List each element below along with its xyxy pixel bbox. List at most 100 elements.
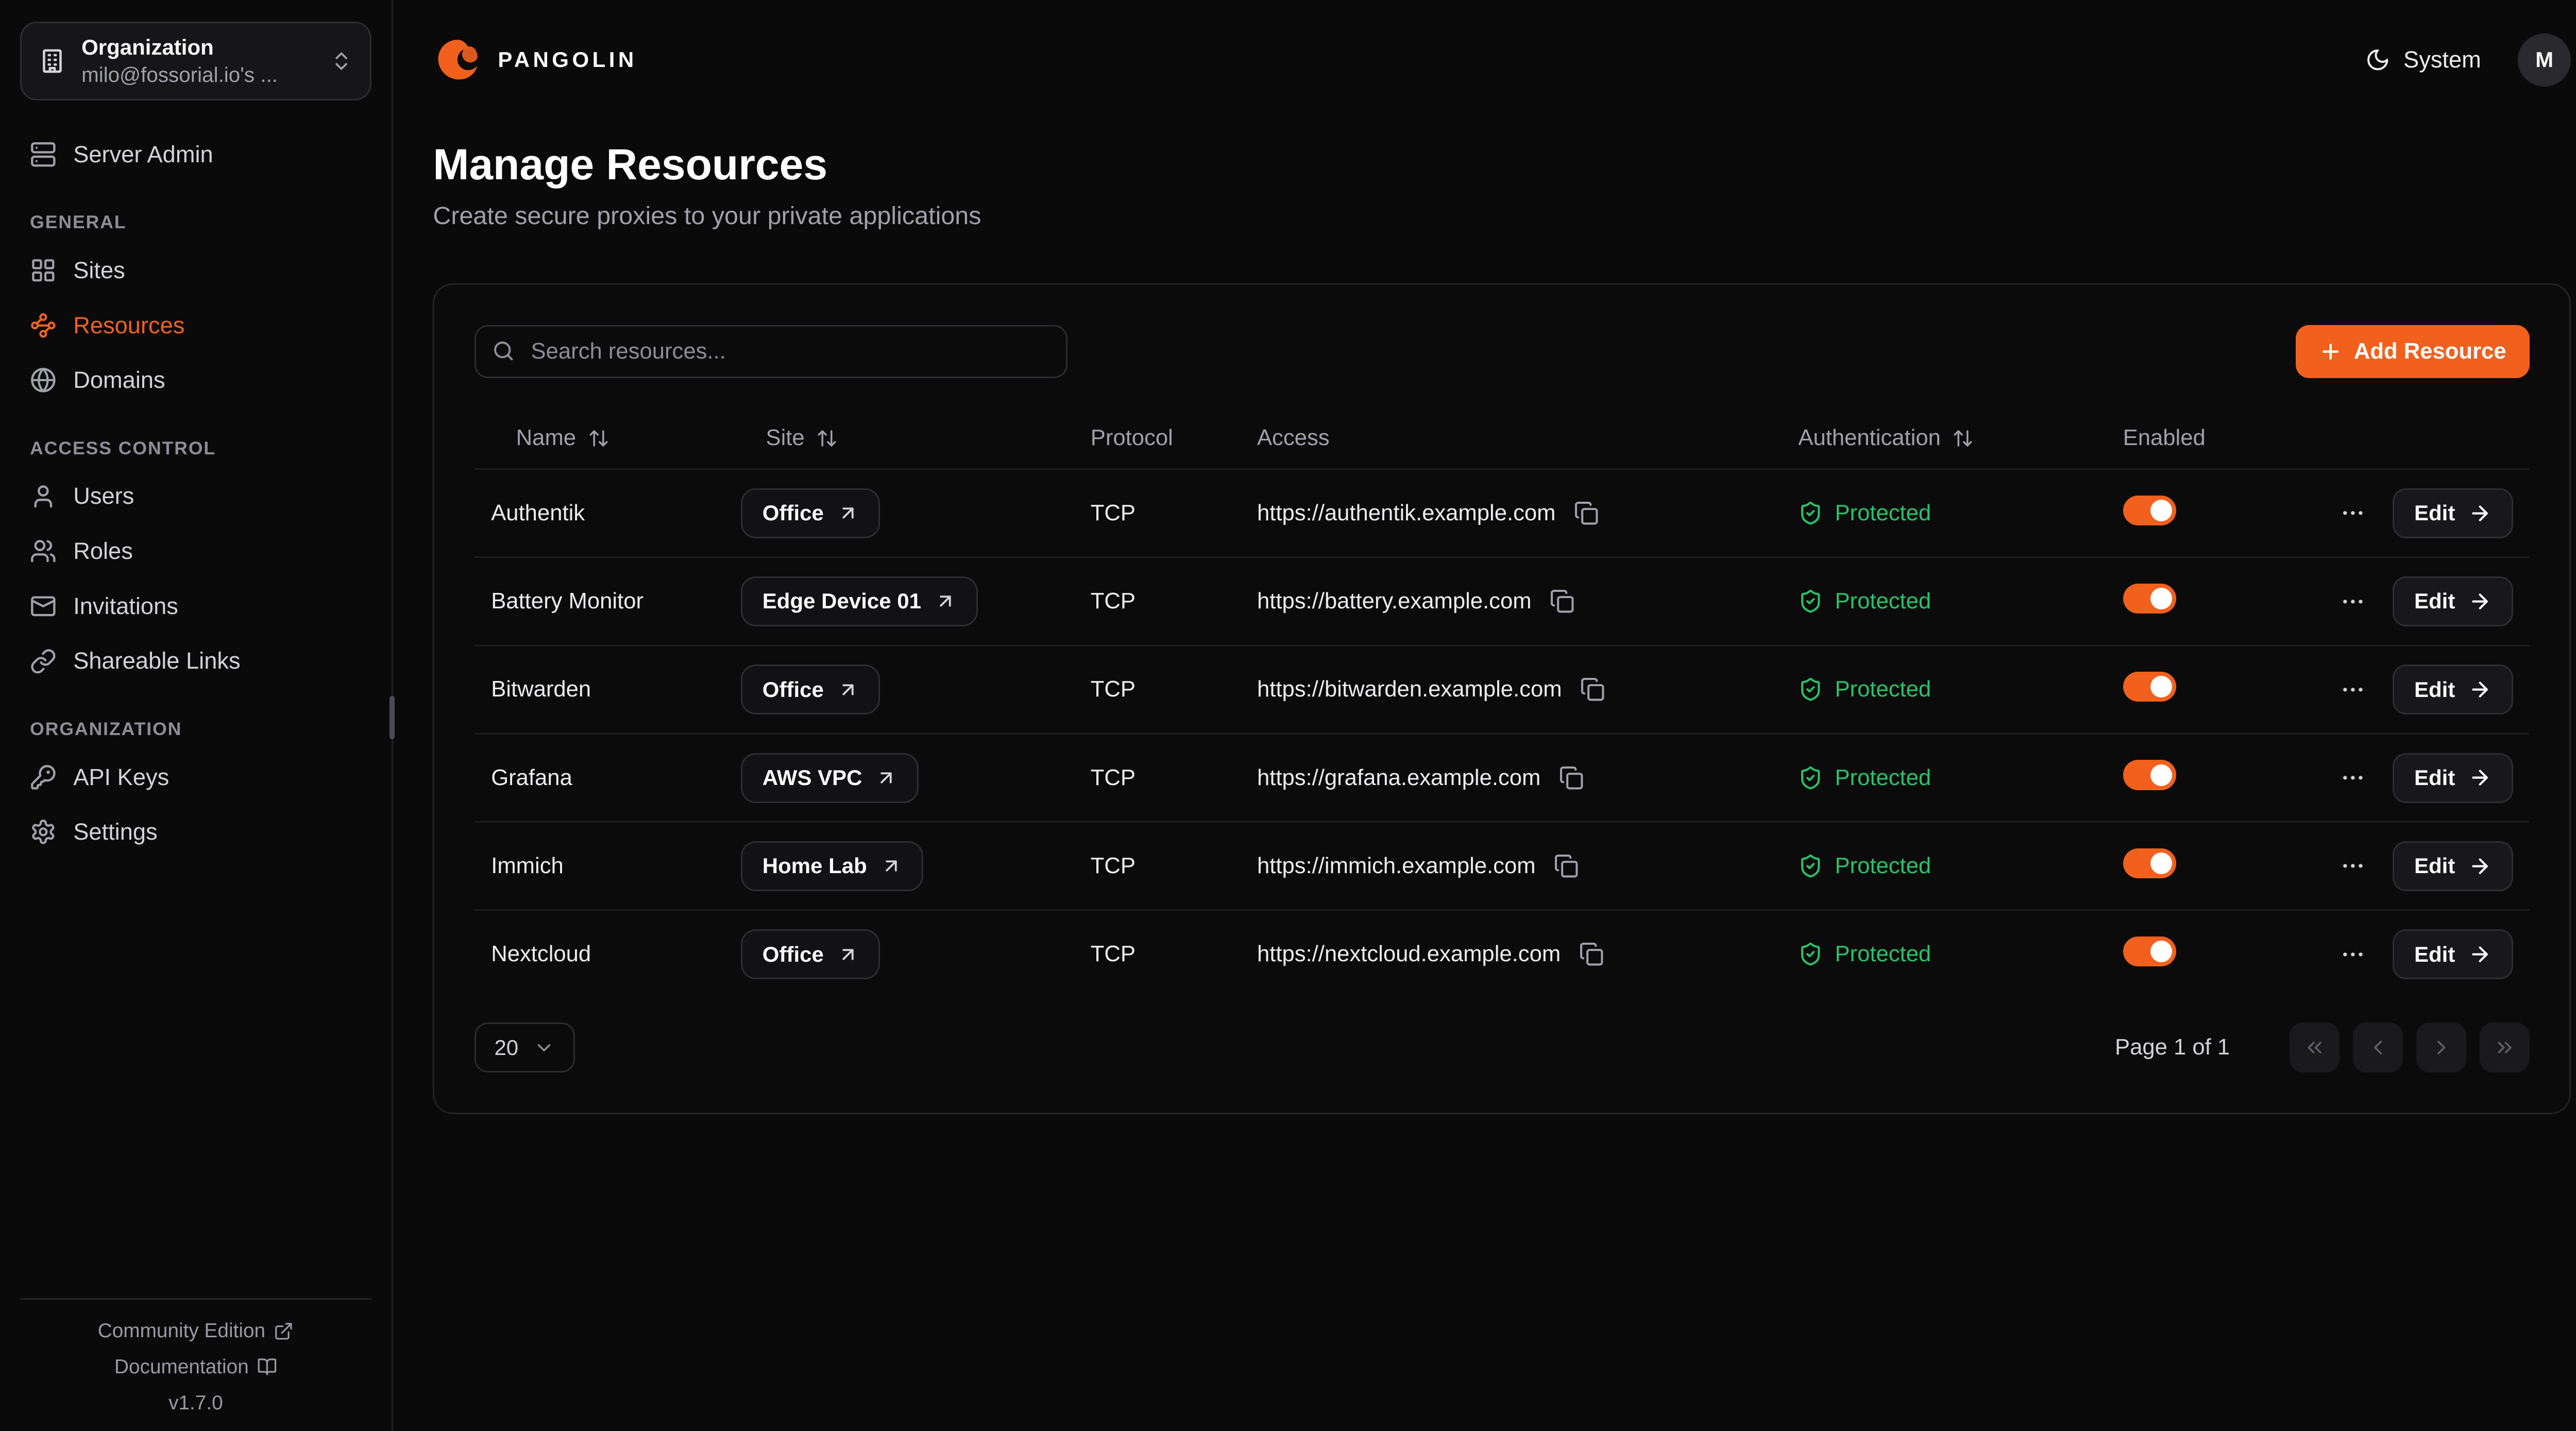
sort-icon bbox=[588, 428, 609, 449]
column-header-name[interactable]: Name bbox=[491, 425, 741, 451]
sidebar-item-resources[interactable]: Resources bbox=[20, 298, 371, 353]
last-page-button[interactable] bbox=[2480, 1023, 2530, 1072]
site-name: Office bbox=[762, 942, 824, 967]
edit-button[interactable]: Edit bbox=[2393, 576, 2513, 626]
column-header-site[interactable]: Site bbox=[741, 425, 1091, 451]
sidebar-item-invitations[interactable]: Invitations bbox=[20, 578, 371, 634]
enabled-toggle[interactable] bbox=[2123, 760, 2176, 790]
site-link-button[interactable]: AWS VPC bbox=[741, 753, 919, 803]
theme-toggle-button[interactable]: System bbox=[2365, 46, 2481, 73]
grid-icon bbox=[30, 257, 57, 284]
copy-url-button[interactable] bbox=[1554, 854, 1579, 878]
org-selector[interactable]: Organization milo@fossorial.io's ... bbox=[20, 22, 371, 100]
shield-check-icon bbox=[1798, 942, 1823, 966]
access-url: https://immich.example.com bbox=[1257, 854, 1536, 879]
row-menu-button[interactable] bbox=[2340, 941, 2366, 968]
shield-check-icon bbox=[1798, 501, 1823, 525]
page-size-select[interactable]: 20 bbox=[474, 1023, 575, 1072]
topbar-right: System M bbox=[2365, 33, 2571, 87]
row-menu-button[interactable] bbox=[2340, 764, 2366, 791]
enabled-toggle[interactable] bbox=[2123, 496, 2176, 525]
column-header-enabled: Enabled bbox=[2123, 425, 2340, 451]
row-menu-button[interactable] bbox=[2340, 853, 2366, 879]
enabled-toggle[interactable] bbox=[2123, 936, 2176, 966]
mail-icon bbox=[30, 593, 57, 620]
shield-check-icon bbox=[1798, 765, 1823, 790]
book-icon bbox=[257, 1357, 277, 1377]
sidebar-item-settings[interactable]: Settings bbox=[20, 805, 371, 860]
previous-page-button[interactable] bbox=[2353, 1023, 2403, 1072]
column-label: Name bbox=[516, 425, 576, 451]
sidebar-item-server-admin[interactable]: Server Admin bbox=[20, 127, 371, 182]
resource-name: Authentik bbox=[491, 501, 741, 526]
enabled-toggle[interactable] bbox=[2123, 584, 2176, 614]
row-menu-button[interactable] bbox=[2340, 676, 2366, 703]
row-menu-button[interactable] bbox=[2340, 588, 2366, 615]
server-icon bbox=[30, 141, 57, 168]
site-link-button[interactable]: Edge Device 01 bbox=[741, 576, 978, 626]
panel-footer: 20 Page 1 of 1 bbox=[474, 1023, 2530, 1072]
enabled-toggle[interactable] bbox=[2123, 672, 2176, 702]
site-link-button[interactable]: Office bbox=[741, 488, 880, 538]
edit-button[interactable]: Edit bbox=[2393, 753, 2513, 803]
copy-url-button[interactable] bbox=[1550, 589, 1574, 614]
first-page-button[interactable] bbox=[2290, 1023, 2340, 1072]
page-subtitle: Create secure proxies to your private ap… bbox=[433, 201, 2571, 230]
edit-button[interactable]: Edit bbox=[2393, 665, 2513, 714]
section-label-access-control: ACCESS CONTROL bbox=[30, 438, 361, 459]
table-body: Authentik Office TCP https://authentik.e… bbox=[474, 468, 2530, 998]
arrow-up-right-icon bbox=[837, 679, 859, 701]
protocol: TCP bbox=[1091, 942, 1257, 967]
edit-button[interactable]: Edit bbox=[2393, 841, 2513, 891]
edit-label: Edit bbox=[2414, 501, 2455, 525]
search-input[interactable] bbox=[474, 325, 1067, 378]
community-edition-link[interactable]: Community Edition bbox=[98, 1320, 294, 1342]
sidebar-item-users[interactable]: Users bbox=[20, 469, 371, 524]
site-name: AWS VPC bbox=[762, 765, 862, 790]
sidebar-item-shareable-links[interactable]: Shareable Links bbox=[20, 634, 371, 689]
access-url: https://nextcloud.example.com bbox=[1257, 942, 1561, 967]
column-header-authentication[interactable]: Authentication bbox=[1798, 425, 2123, 451]
edit-button[interactable]: Edit bbox=[2393, 488, 2513, 538]
app-root: Organization milo@fossorial.io's ... Ser… bbox=[0, 0, 2576, 1431]
auth-status: Protected bbox=[1835, 589, 1931, 614]
next-page-button[interactable] bbox=[2416, 1023, 2466, 1072]
protocol: TCP bbox=[1091, 765, 1257, 791]
site-name: Home Lab bbox=[762, 854, 867, 878]
documentation-link[interactable]: Documentation bbox=[114, 1356, 277, 1378]
ellipsis-icon bbox=[2340, 676, 2366, 703]
sidebar-item-sites[interactable]: Sites bbox=[20, 243, 371, 298]
site-link-button[interactable]: Home Lab bbox=[741, 841, 923, 891]
sidebar-resize-handle[interactable] bbox=[389, 696, 395, 739]
copy-url-button[interactable] bbox=[1559, 765, 1584, 790]
copy-url-button[interactable] bbox=[1580, 677, 1605, 702]
protocol: TCP bbox=[1091, 501, 1257, 526]
copy-url-button[interactable] bbox=[1579, 942, 1604, 966]
main-content: PANGOLIN System M Manage Resources Creat… bbox=[393, 0, 2576, 1431]
sidebar-item-api-keys[interactable]: API Keys bbox=[20, 749, 371, 805]
site-link-button[interactable]: Office bbox=[741, 665, 880, 714]
add-resource-button[interactable]: Add Resource bbox=[2296, 325, 2530, 378]
access-url: https://grafana.example.com bbox=[1257, 765, 1540, 791]
copy-url-button[interactable] bbox=[1574, 501, 1599, 525]
chevron-down-icon bbox=[533, 1037, 555, 1059]
table-row: Bitwarden Office TCP https://bitwarden.e… bbox=[474, 645, 2530, 733]
edit-label: Edit bbox=[2414, 589, 2455, 614]
brand: PANGOLIN bbox=[433, 35, 637, 85]
sidebar-item-roles[interactable]: Roles bbox=[20, 524, 371, 579]
resource-name: Battery Monitor bbox=[491, 589, 741, 614]
shield-check-icon bbox=[1798, 589, 1823, 614]
row-menu-button[interactable] bbox=[2340, 500, 2366, 526]
chevrons-left-icon bbox=[2303, 1036, 2326, 1059]
ellipsis-icon bbox=[2340, 764, 2366, 791]
version-label: v1.7.0 bbox=[168, 1392, 223, 1415]
sidebar-item-label: Domains bbox=[73, 367, 165, 394]
sidebar-item-domains[interactable]: Domains bbox=[20, 353, 371, 408]
table-header-row: Name Site Protocol Access Authenticati bbox=[474, 408, 2530, 468]
resources-panel: Add Resource Name Site Protocol bbox=[433, 283, 2571, 1114]
enabled-toggle[interactable] bbox=[2123, 848, 2176, 878]
resources-table: Name Site Protocol Access Authenticati bbox=[474, 408, 2530, 998]
site-link-button[interactable]: Office bbox=[741, 929, 880, 979]
avatar[interactable]: M bbox=[2518, 33, 2571, 87]
edit-button[interactable]: Edit bbox=[2393, 929, 2513, 979]
